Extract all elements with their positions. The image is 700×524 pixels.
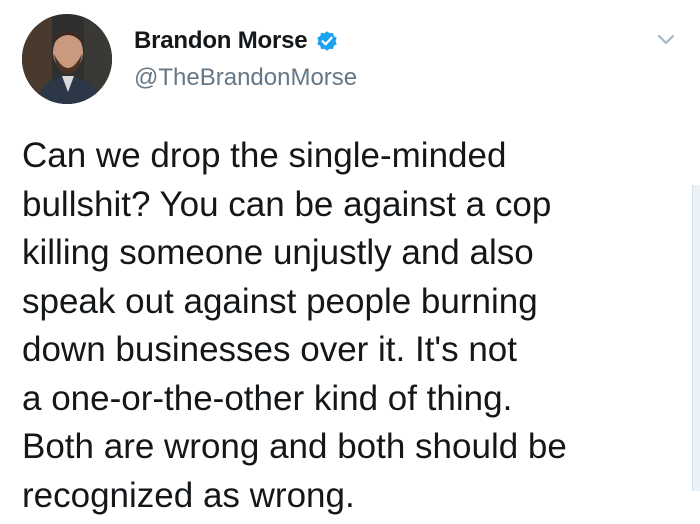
tweet-text: Can we drop the single-minded bullshit? … [22, 132, 662, 520]
tweet-text-line: recognized as wrong. [22, 475, 355, 515]
display-name[interactable]: Brandon Morse [134, 27, 308, 55]
user-handle[interactable]: @TheBrandonMorse [134, 64, 357, 92]
tweet-text-line: a one-or-the-other kind of thing. [22, 378, 513, 418]
avatar-photo [22, 14, 112, 104]
verified-badge-icon [315, 29, 339, 53]
scrollbar-edge[interactable] [692, 185, 700, 491]
name-row: Brandon Morse [134, 24, 357, 58]
tweet-text-line: killing someone unjustly and also [22, 233, 534, 272]
tweet-text-line: bullshit? You can be against a cop [22, 184, 552, 224]
avatar[interactable] [22, 14, 112, 104]
tweet-text-line: Can we drop the single-minded [22, 136, 507, 175]
tweet-card: Brandon Morse @TheBrandonMorse Can we dr… [0, 0, 700, 524]
chevron-down-icon [657, 34, 675, 45]
tweet-text-line: speak out against people burning [22, 281, 538, 321]
tweet-text-line: down businesses over it. It's not [22, 330, 517, 369]
tweet-menu-button[interactable] [654, 28, 678, 52]
tweet-text-line: Both are wrong and both should be [22, 427, 567, 466]
tweet-header: Brandon Morse @TheBrandonMorse [134, 24, 357, 92]
